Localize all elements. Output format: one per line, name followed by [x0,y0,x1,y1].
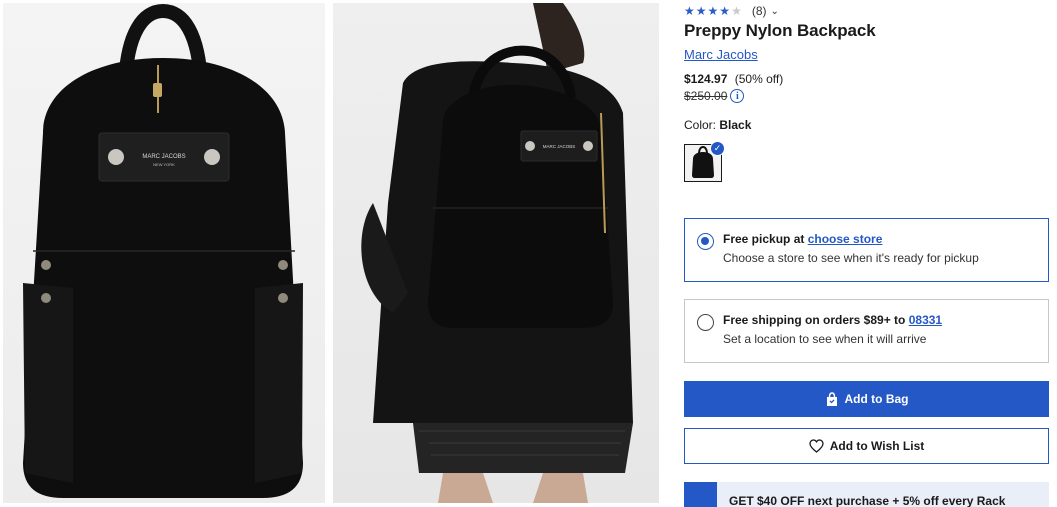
star-icon: ★ [695,4,707,18]
color-selection-label: Color: Black [684,118,751,132]
color-label: Color: [684,118,717,132]
price: $124.97 (50% off) [684,72,783,86]
choose-store-link[interactable]: choose store [808,232,883,246]
product-image-front[interactable]: MARC JACOBS NEW YORK [3,3,325,503]
product-image-model[interactable]: MARC JACOBS [333,3,659,503]
product-title: Preppy Nylon Backpack [684,21,876,40]
star-rating: ★ ★ ★ ★ ★ [684,5,742,17]
promo-accent-bar [684,482,717,507]
zip-code-link[interactable]: 08331 [909,313,942,327]
info-icon[interactable]: i [730,89,745,103]
shipping-title: Free shipping on orders $89+ to 08331 [723,313,942,327]
star-icon: ★ [707,4,719,18]
pickup-radio[interactable] [697,233,714,250]
review-count: (8) [751,4,767,18]
add-to-wish-list-label: Add to Wish List [829,439,925,453]
pickup-subtitle: Choose a store to see when it's ready fo… [723,251,979,265]
chevron-down-icon[interactable]: ⌄ [771,6,779,17]
backpack-worn-illustration: MARC JACOBS [361,3,633,503]
add-to-bag-button[interactable]: Add to Bag [684,381,1049,417]
pickup-title-text: Free pickup at [723,232,805,246]
bag-icon [826,391,837,406]
star-icon: ★ [684,4,695,18]
discount-percent: (50% off) [734,72,784,86]
star-icon: ★ [731,4,742,18]
pickup-option[interactable]: Free pickup at choose store Choose a sto… [684,218,1049,282]
pickup-title: Free pickup at choose store [723,232,882,246]
sale-price: $124.97 [684,72,728,86]
brand-link[interactable]: Marc Jacobs [684,47,758,62]
original-price-row: $250.00 i [684,89,745,103]
shipping-subtitle: Set a location to see when it will arriv… [723,332,927,346]
heart-icon [809,439,824,453]
check-icon: ✓ [710,141,725,156]
brand-plate-subtext: NEW YORK [153,162,175,167]
shipping-radio[interactable] [697,314,714,331]
promo-text: GET $40 OFF next purchase + 5% off every… [729,494,1006,507]
shipping-title-text: Free shipping on orders $89+ to [723,313,906,327]
original-price: $250.00 [684,89,728,103]
add-to-wish-list-button[interactable]: Add to Wish List [684,428,1049,464]
star-icon: ★ [719,4,731,18]
promo-banner[interactable]: GET $40 OFF next purchase + 5% off every… [684,482,1049,507]
model-brand-plate-text: MARC JACOBS [543,144,576,149]
color-value: Black [719,118,752,132]
backpack-front-illustration: MARC JACOBS NEW YORK [23,3,303,498]
add-to-bag-label: Add to Bag [844,392,909,406]
brand-plate-text: MARC JACOBS [142,154,185,160]
shipping-option[interactable]: Free shipping on orders $89+ to 08331 Se… [684,299,1049,363]
rating-summary[interactable]: ★ ★ ★ ★ ★ (8) ⌄ [684,3,779,19]
